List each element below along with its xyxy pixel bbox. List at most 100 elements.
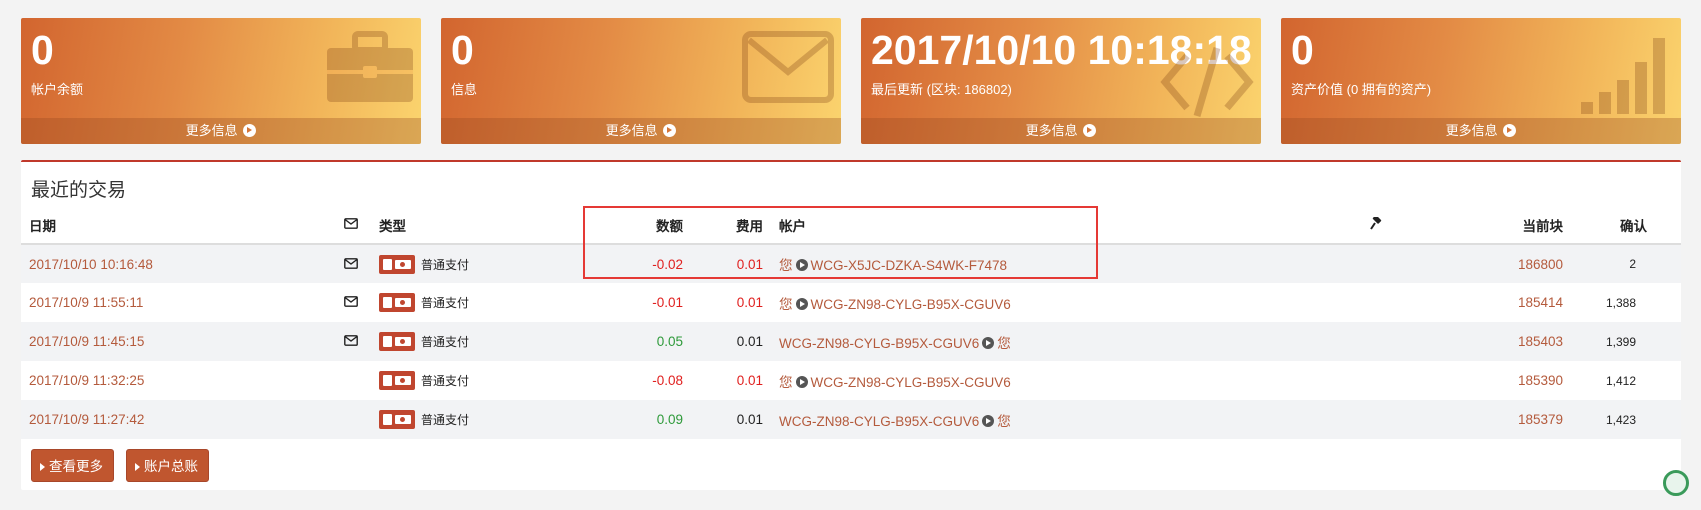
account-cell: 您 WCG-ZN98-CYLG-B95X-CGUV6 — [771, 283, 1351, 322]
amount-cell: 0.09 — [581, 400, 691, 439]
envelope-icon[interactable] — [344, 257, 358, 269]
annotation-highlight-box — [583, 206, 1098, 279]
corner-widget-icon[interactable] — [1663, 470, 1689, 496]
balance-card: 0 帐户余额 更多信息 — [21, 18, 421, 144]
block-link[interactable]: 185390 — [1401, 361, 1571, 400]
payment-type-icon — [379, 254, 415, 274]
you-label: 您 — [997, 413, 1011, 429]
col-date[interactable]: 日期 — [21, 206, 331, 245]
account-link[interactable]: WCG-ZN98-CYLG-B95X-CGUV6 — [811, 375, 1011, 390]
arrow-circle-right-icon — [795, 375, 808, 388]
caret-right-icon — [40, 463, 45, 471]
phased-cell — [1351, 400, 1401, 439]
table-row: 2017/10/9 11:27:42 普通支付 0.09 0.01 WCG-ZN… — [21, 400, 1681, 439]
you-label: 您 — [779, 374, 793, 390]
type-cell: 普通支付 — [371, 361, 581, 400]
messages-label: 信息 — [451, 82, 478, 97]
col-type[interactable]: 类型 — [371, 206, 581, 245]
arrow-circle-right-icon — [663, 124, 677, 137]
tx-date-link[interactable]: 2017/10/9 11:55:11 — [21, 283, 331, 322]
table-row: 2017/10/9 11:45:15 普通支付 0.05 0.01 WCG-ZN… — [21, 322, 1681, 361]
envelope-icon[interactable] — [344, 296, 358, 307]
asset-value: 0 — [1291, 27, 1314, 73]
message-cell — [331, 244, 371, 283]
payment-type-icon — [379, 371, 415, 390]
col-confirm[interactable]: 确认 — [1571, 206, 1681, 245]
message-cell — [331, 283, 371, 322]
type-label: 普通支付 — [421, 335, 470, 349]
more-info-label: 更多信息 — [605, 123, 658, 138]
type-cell: 普通支付 — [371, 283, 581, 322]
message-cell — [331, 322, 371, 361]
phased-cell — [1351, 361, 1401, 400]
message-cell — [331, 361, 371, 400]
confirm-cell: 1,388 — [1605, 295, 1636, 310]
tx-date-link[interactable]: 2017/10/10 10:16:48 — [21, 244, 331, 283]
confirm-cell: 2 — [1571, 244, 1681, 283]
block-link[interactable]: 185403 — [1401, 322, 1571, 361]
panel-title: 最近的交易 — [31, 180, 127, 201]
tx-date-link[interactable]: 2017/10/9 11:27:42 — [21, 400, 331, 439]
type-cell: 普通支付 — [371, 322, 581, 361]
account-ledger-label: 账户总账 — [144, 459, 198, 474]
arrow-circle-right-icon — [243, 124, 257, 137]
last-update-card: 2017/10/10 10:18:18 最后更新 (区块: 186802) 更多… — [861, 18, 1261, 144]
arrow-circle-right-icon — [1083, 124, 1097, 137]
account-link[interactable]: WCG-ZN98-CYLG-B95X-CGUV6 — [779, 336, 979, 351]
arrow-circle-right-icon — [982, 336, 995, 349]
col-message — [331, 206, 371, 245]
more-info-label: 更多信息 — [1445, 123, 1498, 138]
caret-right-icon — [135, 463, 140, 471]
you-label: 您 — [997, 335, 1011, 351]
tx-date-link[interactable]: 2017/10/9 11:45:15 — [21, 322, 331, 361]
account-cell: WCG-ZN98-CYLG-B95X-CGUV6 您 — [771, 322, 1351, 361]
you-label: 您 — [779, 296, 793, 312]
asset-value-label: 资产价值 (0 拥有的资产) — [1291, 82, 1432, 97]
phased-cell — [1351, 283, 1401, 322]
messages-card: 0 信息 更多信息 — [441, 18, 841, 144]
block-link[interactable]: 186800 — [1401, 244, 1571, 283]
amount-cell: -0.08 — [652, 373, 683, 388]
balance-value: 0 — [31, 27, 54, 73]
col-block[interactable]: 当前块 — [1401, 206, 1571, 245]
fee-cell: 0.01 — [736, 295, 763, 310]
briefcase-icon — [327, 31, 413, 102]
arrow-circle-right-icon — [1503, 124, 1517, 137]
balance-more-info-link[interactable]: 更多信息 — [21, 118, 421, 144]
account-ledger-button[interactable]: 账户总账 — [126, 449, 209, 482]
arrow-circle-right-icon — [982, 414, 995, 427]
gavel-icon — [1369, 214, 1381, 230]
amount-cell: -0.01 — [652, 295, 683, 310]
view-more-label: 查看更多 — [49, 459, 103, 474]
more-info-label: 更多信息 — [185, 123, 238, 138]
envelope-icon[interactable] — [344, 335, 358, 346]
fee-cell: 0.01 — [691, 322, 771, 361]
confirm-cell: 1,399 — [1571, 322, 1681, 361]
fee-cell: 0.01 — [691, 400, 771, 439]
view-more-button[interactable]: 查看更多 — [31, 449, 114, 482]
asset-more-info-link[interactable]: 更多信息 — [1281, 118, 1681, 144]
asset-value-card: 0 资产价值 (0 拥有的资产) 更多信息 — [1281, 18, 1681, 144]
type-cell: 普通支付 — [371, 400, 581, 439]
block-link[interactable]: 185414 — [1401, 283, 1571, 322]
confirm-cell: 1,423 — [1571, 400, 1681, 439]
signal-bars-icon — [1581, 38, 1665, 114]
messages-more-info-link[interactable]: 更多信息 — [441, 118, 841, 144]
confirm-cell: 1,412 — [1605, 373, 1636, 388]
account-link[interactable]: WCG-ZN98-CYLG-B95X-CGUV6 — [811, 297, 1011, 312]
phased-cell — [1351, 244, 1401, 283]
account-link[interactable]: WCG-ZN98-CYLG-B95X-CGUV6 — [779, 414, 979, 429]
type-cell: 普通支付 — [371, 244, 581, 283]
message-cell — [331, 400, 371, 439]
balance-label: 帐户余额 — [31, 82, 84, 97]
type-label: 普通支付 — [421, 257, 470, 272]
type-label: 普通支付 — [421, 374, 470, 388]
table-row: 2017/10/9 11:32:25 普通支付 -0.08 0.01 您 WCG-… — [21, 361, 1681, 400]
account-cell: 您 WCG-ZN98-CYLG-B95X-CGUV6 — [771, 361, 1351, 400]
last-update-more-info-link[interactable]: 更多信息 — [861, 118, 1261, 144]
fee-cell: 0.01 — [736, 373, 763, 388]
tx-date-link[interactable]: 2017/10/9 11:32:25 — [21, 361, 331, 400]
block-link[interactable]: 185379 — [1401, 400, 1571, 439]
envelope-icon — [742, 31, 834, 103]
more-info-label: 更多信息 — [1025, 123, 1078, 138]
